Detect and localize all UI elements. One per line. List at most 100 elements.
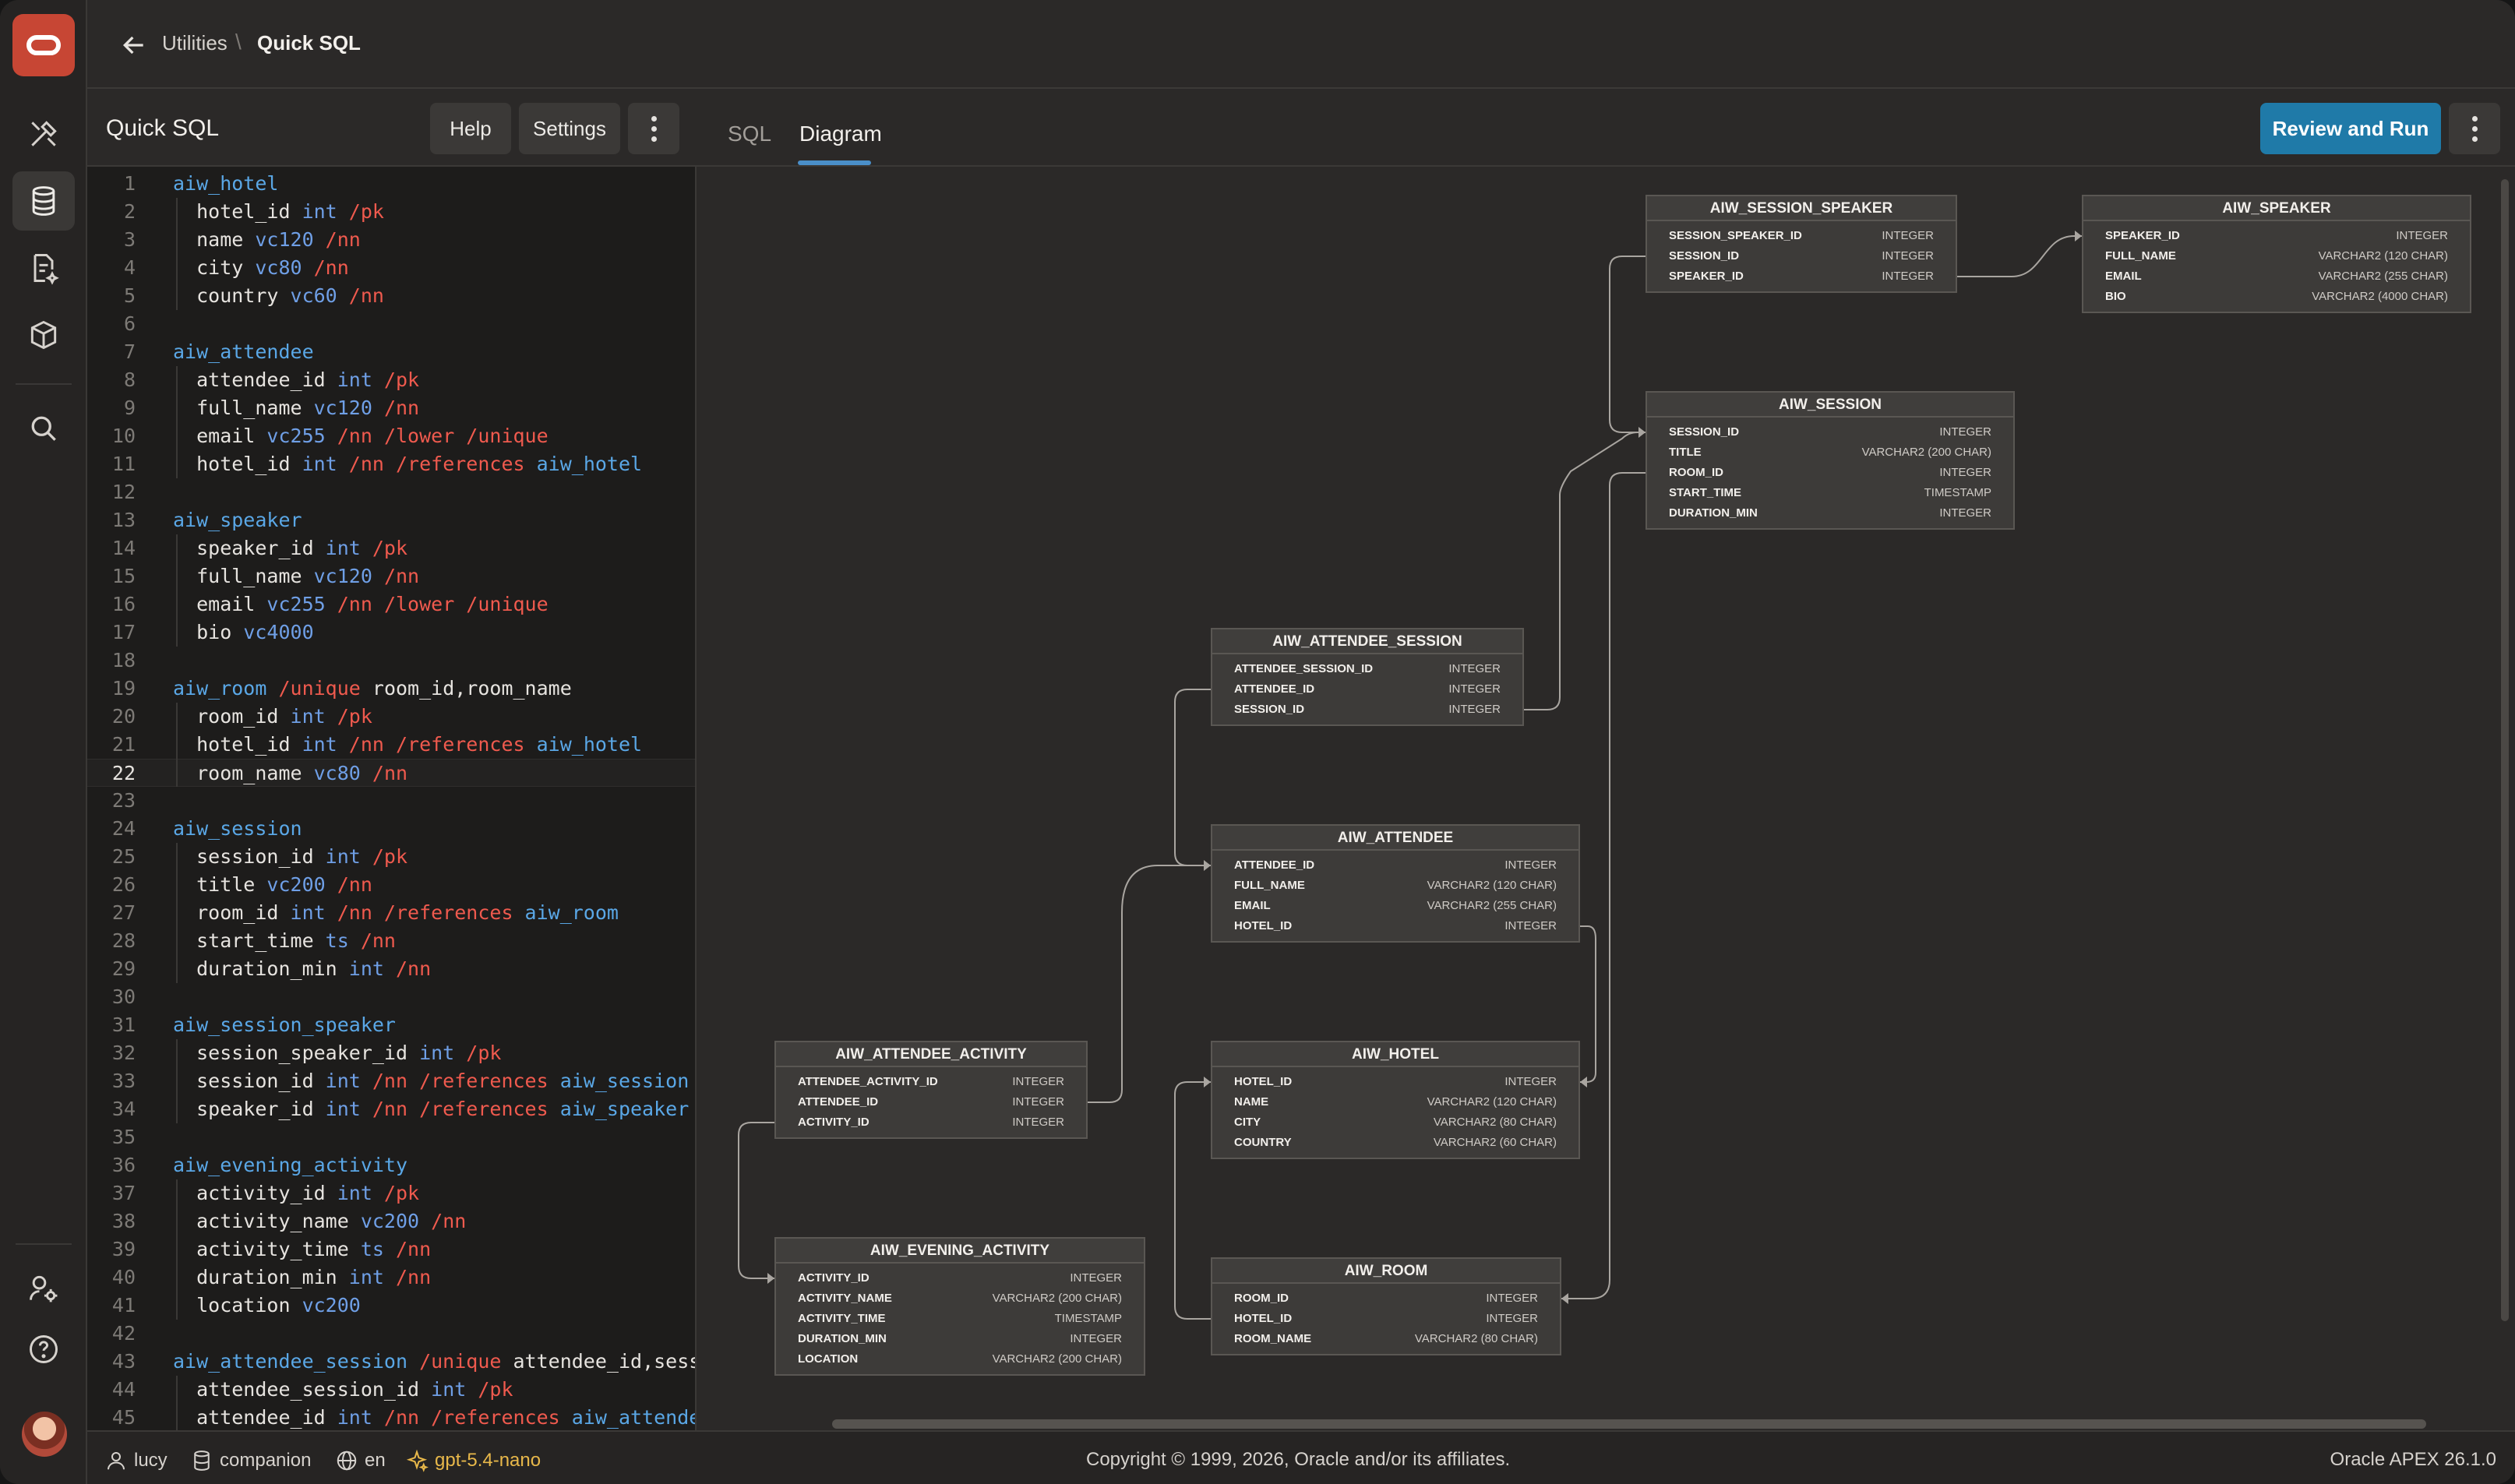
code-line[interactable]: 41 location vc200 [87,1292,695,1320]
review-and-run-button[interactable]: Review and Run [2260,103,2441,154]
diagram-more-button[interactable] [2449,103,2500,154]
entity-title: AIW_SESSION_SPEAKER [1647,196,1956,221]
code-line[interactable]: 6 [87,310,695,338]
code-line[interactable]: 31 aiw_session_speaker [87,1011,695,1039]
code-line[interactable]: 19 aiw_room /unique room_id,room_name [87,675,695,703]
code-line[interactable]: 10 email vc255 /nn /lower /unique [87,422,695,450]
code-line[interactable]: 30 [87,983,695,1011]
code-line[interactable]: 14 speaker_id int /pk [87,534,695,562]
code-line[interactable]: 29 duration_min int /nn [87,955,695,983]
oracle-logo[interactable] [12,14,75,76]
entity-aiw-hotel[interactable]: AIW_HOTEL HOTEL_ID INTEGER NAME VARCHAR2 (12… [1211,1041,1580,1159]
breadcrumb-utilities[interactable]: Utilities [162,31,228,55]
code-token: email [173,425,267,447]
code-line[interactable]: 43 aiw_attendee_session /unique attendee_… [87,1348,695,1376]
footer-model[interactable]: gpt-5.4-nano [405,1449,541,1472]
code-line[interactable]: 32 session_speaker_id int /pk [87,1039,695,1067]
entity-aiw-attendee-activity[interactable]: AIW_ATTENDEE_ACTIVITY ATTENDEE_ACTIVITY_I… [774,1041,1088,1139]
entity-aiw-room[interactable]: AIW_ROOM ROOM_ID INTEGER HOTEL_ID INTEGER ROO… [1211,1257,1561,1355]
code-line[interactable]: 16 email vc255 /nn /lower /unique [87,590,695,619]
help-icon[interactable] [12,1320,75,1379]
code-line[interactable]: 25 session_id int /pk [87,843,695,871]
code-line[interactable]: 21 hotel_id int /nn /references aiw_hote… [87,731,695,759]
column-type: INTEGER [1882,229,1934,242]
code-line[interactable]: 34 speaker_id int /nn /references aiw_sp… [87,1095,695,1123]
code-line[interactable]: 17 bio vc4000 [87,619,695,647]
entity-aiw-attendee[interactable]: AIW_ATTENDEE ATTENDEE_ID INTEGER FULL_NAME V… [1211,824,1580,943]
vertical-scrollbar[interactable] [2501,179,2509,1321]
code-line[interactable]: 18 [87,647,695,675]
entity-column: HOTEL_ID INTEGER [1212,1072,1578,1092]
package-icon[interactable] [12,305,75,365]
tab-diagram[interactable]: Diagram [799,122,882,146]
entity-aiw-session[interactable]: AIW_SESSION SESSION_ID INTEGER TITLE VARCHAR… [1646,391,2015,530]
code-line[interactable]: 28 start_time ts /nn [87,927,695,955]
code-line[interactable]: 4 city vc80 /nn [87,254,695,282]
line-number: 24 [111,817,136,840]
code-token: /nn [419,1210,467,1232]
editor-more-button[interactable] [628,103,679,154]
entity-aiw-attendee-session[interactable]: AIW_ATTENDEE_SESSION ATTENDEE_SESSION_ID I… [1211,628,1524,726]
code-editor[interactable]: 1 aiw_hotel 2 hotel_id int /pk 3 name vc120… [87,168,695,1430]
search-icon[interactable] [12,399,75,458]
code-token: int [348,1266,384,1288]
code-line[interactable]: 36 aiw_evening_activity [87,1151,695,1179]
code-line[interactable]: 15 full_name vc120 /nn [87,562,695,590]
code-line[interactable]: 37 activity_id int /pk [87,1179,695,1207]
code-line[interactable]: 24 aiw_session [87,815,695,843]
code-token: int [302,453,337,475]
help-button[interactable]: Help [430,103,511,154]
tab-sql[interactable]: SQL [728,122,771,146]
footer-language[interactable]: en [335,1449,386,1472]
footer-user[interactable]: lucy [104,1449,168,1472]
code-token: hotel_id [173,733,302,756]
code-line[interactable]: 22 room_name vc80 /nn [87,759,695,787]
code-line[interactable]: 1 aiw_hotel [87,170,695,198]
code-token: aiw_hotel [536,453,643,475]
admin-settings-icon[interactable] [12,1259,75,1318]
back-arrow-icon[interactable] [118,30,150,61]
column-type: VARCHAR2 (80 CHAR) [1433,1116,1557,1129]
entity-column: EMAIL VARCHAR2 (255 CHAR) [1212,896,1578,916]
database-icon[interactable] [12,171,75,231]
line-number: 17 [111,621,136,643]
diagram-canvas[interactable]: AIW_SESSION_SPEAKER SESSION_SPEAKER_ID INT… [697,168,2515,1430]
code-line[interactable]: 12 [87,478,695,506]
entity-aiw-evening-activity[interactable]: AIW_EVENING_ACTIVITY ACTIVITY_ID INTEGER AC… [774,1237,1145,1376]
entity-aiw-speaker[interactable]: AIW_SPEAKER SPEAKER_ID INTEGER FULL_NAME VAR… [2082,195,2471,313]
code-line[interactable]: 8 attendee_id int /pk [87,366,695,394]
entity-column: ATTENDEE_ID INTEGER [776,1092,1086,1112]
code-line[interactable]: 23 [87,787,695,815]
code-line[interactable]: 26 title vc200 /nn [87,871,695,899]
code-line[interactable]: 7 aiw_attendee [87,338,695,366]
code-line[interactable]: 45 attendee_id int /nn /references aiw_a… [87,1404,695,1430]
code-line[interactable]: 5 country vc60 /nn [87,282,695,310]
code-line[interactable]: 39 activity_time ts /nn [87,1235,695,1264]
code-line[interactable]: 3 name vc120 /nn [87,226,695,254]
code-line[interactable]: 2 hotel_id int /pk [87,198,695,226]
code-line[interactable]: 35 [87,1123,695,1151]
entity-column: SPEAKER_ID INTEGER [1647,266,1956,287]
entity-title: AIW_ATTENDEE_SESSION [1212,629,1522,654]
code-line[interactable]: 42 [87,1320,695,1348]
footer-workspace[interactable]: companion [190,1449,311,1472]
code-text: aiw_hotel [173,170,278,198]
avatar[interactable] [22,1412,67,1457]
code-token: int [419,1042,455,1064]
document-ai-icon[interactable] [12,238,75,298]
code-line[interactable]: 11 hotel_id int /nn /references aiw_hote… [87,450,695,478]
code-line[interactable]: 27 room_id int /nn /references aiw_room [87,899,695,927]
code-line[interactable]: 44 attendee_session_id int /pk [87,1376,695,1404]
builder-tools-icon[interactable] [12,104,75,164]
settings-button[interactable]: Settings [519,103,620,154]
code-line[interactable]: 33 session_id int /nn /references aiw_se… [87,1067,695,1095]
horizontal-scrollbar[interactable] [832,1419,2426,1429]
code-line[interactable]: 9 full_name vc120 /nn [87,394,695,422]
code-line[interactable]: 13 aiw_speaker [87,506,695,534]
code-token: activity_name [173,1210,361,1232]
code-line[interactable]: 20 room_id int /pk [87,703,695,731]
entity-aiw-session-speaker[interactable]: AIW_SESSION_SPEAKER SESSION_SPEAKER_ID INT… [1646,195,1957,293]
code-token: int [325,1070,361,1092]
code-line[interactable]: 40 duration_min int /nn [87,1264,695,1292]
code-line[interactable]: 38 activity_name vc200 /nn [87,1207,695,1235]
